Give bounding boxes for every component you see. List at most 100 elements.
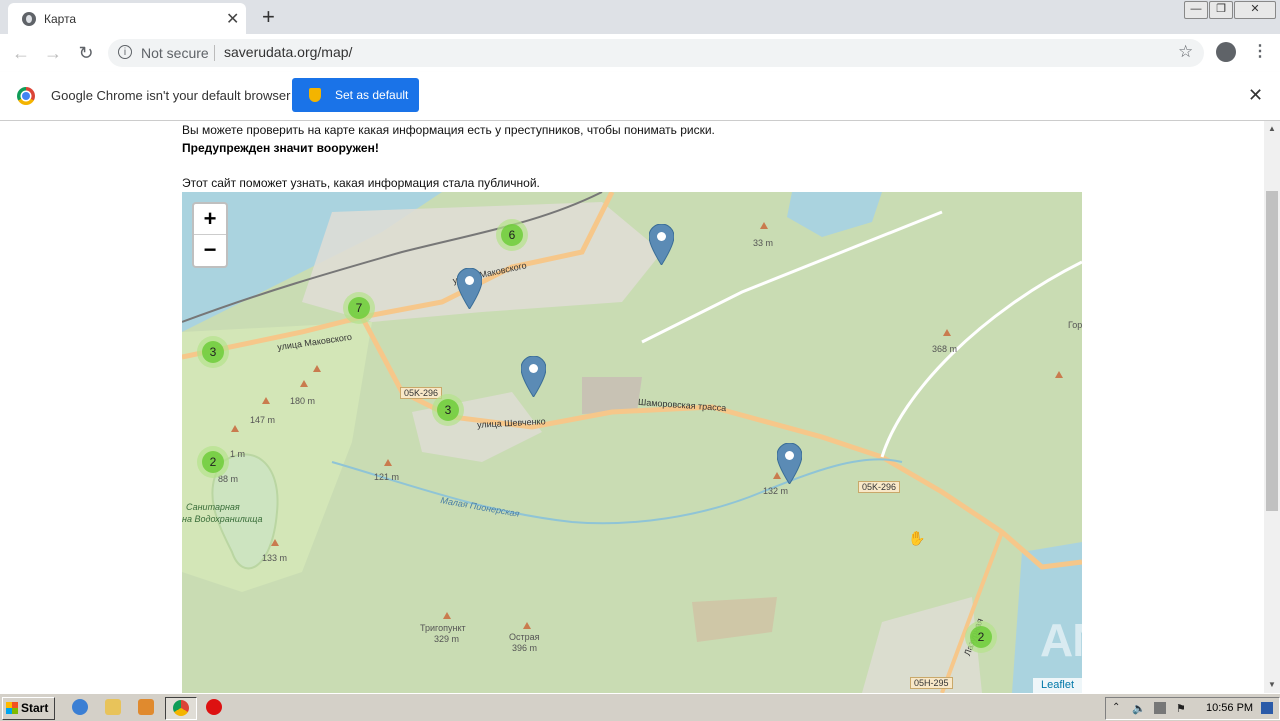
flag-icon[interactable]: ⚑	[1176, 702, 1188, 715]
cluster-count: 3	[437, 399, 459, 421]
cluster-count: 2	[202, 451, 224, 473]
peak-label: 396 m	[512, 643, 538, 653]
forward-button[interactable]: →	[40, 40, 66, 66]
chrome-logo-icon	[17, 87, 35, 105]
peak-label: 1 m	[230, 449, 246, 459]
cluster-marker[interactable]: 2	[965, 621, 997, 653]
peak-label: 133 m	[262, 553, 288, 563]
peak-label: 33 m	[753, 238, 774, 248]
description-text: Этот сайт поможет узнать, какая информац…	[182, 176, 540, 190]
map-pin-icon[interactable]	[457, 268, 482, 309]
windows-logo-icon	[6, 702, 18, 714]
peak-label: 368 m	[932, 344, 958, 354]
clock: 10:56 PM	[1206, 702, 1254, 714]
page-content: Вы можете проверить на карте какая инфор…	[0, 121, 1264, 693]
scroll-thumb[interactable]	[1266, 191, 1278, 511]
cluster-count: 2	[970, 626, 992, 648]
peak-label: Острая	[509, 632, 540, 642]
road-shield: 05K-296	[400, 387, 443, 399]
cluster-marker[interactable]: 3	[197, 336, 229, 368]
river-line	[331, 458, 903, 525]
leaflet-map[interactable]: улица Маковского улица Маковского 05K-29…	[182, 192, 1082, 693]
network-icon[interactable]	[1154, 702, 1166, 714]
map-tiles	[182, 192, 1082, 693]
warning-text: Предупрежден значит вооружен!	[182, 141, 379, 155]
road-shield: 05H-295	[910, 677, 953, 689]
page-scrollbar[interactable]: ▲ ▼	[1264, 121, 1280, 693]
tab-close-button[interactable]: ✕	[226, 9, 239, 29]
track-1	[880, 260, 1082, 458]
tab-title: Карта	[44, 12, 77, 26]
peak-label: Тригопункт	[420, 623, 466, 633]
windows-taskbar: Start ⌃ 🔈 ⚑ 10:56 PM	[0, 693, 1280, 721]
hand-cursor-icon: ✋	[908, 530, 926, 546]
peak-label: 121 m	[374, 472, 400, 482]
map-pin-icon[interactable]	[777, 443, 802, 484]
minimize-button[interactable]: —	[1184, 1, 1208, 19]
taskbar-chrome-button[interactable]	[165, 697, 197, 720]
bookmark-star-icon[interactable]: ☆	[1178, 42, 1193, 62]
intro-text: Вы можете проверить на карте какая инфор…	[182, 123, 715, 137]
media-player-icon[interactable]	[138, 699, 154, 715]
address-bar[interactable]: i Not secure saverudata.org/map/ ☆	[108, 39, 1204, 67]
cluster-count: 6	[501, 224, 523, 246]
anyrun-watermark: ANY▷RUN	[1040, 614, 1266, 666]
divider	[214, 45, 215, 61]
cluster-marker[interactable]: 2	[197, 446, 229, 478]
road-shield: 05K-296	[858, 481, 901, 493]
browser-tab[interactable]: Карта ✕	[8, 3, 246, 34]
window-close-button[interactable]: ✕	[1234, 1, 1276, 19]
scroll-up-icon[interactable]: ▲	[1264, 121, 1280, 137]
security-label: Not secure	[141, 45, 209, 61]
url-text[interactable]: saverudata.org/map/	[224, 44, 352, 60]
zoom-out-button[interactable]: −	[194, 235, 226, 265]
internet-explorer-icon[interactable]	[72, 699, 88, 715]
alert-icon[interactable]	[206, 699, 222, 715]
map-pin-icon[interactable]	[521, 356, 546, 397]
show-desktop-icon[interactable]	[1261, 702, 1273, 714]
folder-icon[interactable]	[105, 699, 121, 715]
system-tray: ⌃ 🔈 ⚑ 10:56 PM	[1105, 697, 1280, 720]
cluster-marker[interactable]: 6	[496, 219, 528, 251]
volume-icon[interactable]: 🔈	[1132, 702, 1146, 715]
leaflet-attribution-link[interactable]: Leaflet	[1032, 678, 1082, 693]
zoom-in-button[interactable]: +	[194, 204, 226, 235]
peak-label: 147 m	[250, 415, 276, 425]
tray-expand-icon[interactable]: ⌃	[1112, 702, 1124, 714]
quarry-2	[692, 597, 777, 642]
back-button[interactable]: ←	[8, 40, 34, 66]
peak-label: 180 m	[290, 396, 316, 406]
default-browser-infobar: Google Chrome isn't your default browser…	[0, 72, 1280, 121]
browser-toolbar: ← → ↻ i Not secure saverudata.org/map/ ☆	[0, 34, 1280, 73]
restore-button[interactable]: ❐	[1209, 1, 1233, 19]
map-pin-icon[interactable]	[649, 224, 674, 265]
lake-water	[787, 192, 882, 237]
start-button[interactable]: Start	[2, 697, 55, 720]
area-label: Санитарная	[186, 502, 240, 512]
new-tab-button[interactable]: +	[262, 4, 275, 30]
scroll-down-icon[interactable]: ▼	[1264, 677, 1280, 693]
shield-icon	[309, 88, 321, 102]
set-as-default-button[interactable]: Set as default	[292, 78, 419, 112]
infobar-message: Google Chrome isn't your default browser	[51, 88, 291, 103]
cluster-count: 3	[202, 341, 224, 363]
globe-icon	[22, 12, 36, 26]
cluster-marker[interactable]: 3	[432, 394, 464, 426]
track-2	[641, 210, 943, 344]
chrome-icon	[173, 700, 189, 716]
set-as-default-label: Set as default	[335, 88, 409, 102]
peak-label: 132 m	[763, 486, 789, 496]
info-icon[interactable]: i	[118, 45, 132, 59]
area-label: на Водохранилища	[182, 514, 263, 524]
tab-strip: Карта ✕ + — ❐ ✕	[0, 0, 1280, 34]
peak-label: 329 m	[434, 634, 460, 644]
start-label: Start	[21, 701, 49, 715]
reload-button[interactable]: ↻	[73, 40, 99, 66]
place-label: Гор	[1068, 320, 1082, 330]
infobar-close-button[interactable]: ✕	[1248, 85, 1263, 106]
zoom-control: + −	[192, 202, 228, 268]
cluster-marker[interactable]: 7	[343, 292, 375, 324]
menu-dots-icon[interactable]: ⋮	[1252, 41, 1268, 61]
profile-avatar-icon[interactable]	[1216, 42, 1236, 62]
cluster-count: 7	[348, 297, 370, 319]
